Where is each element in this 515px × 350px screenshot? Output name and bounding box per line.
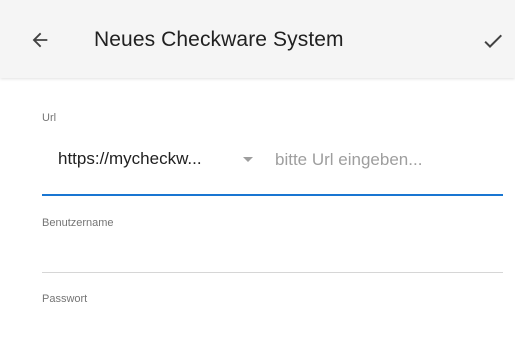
username-input[interactable] bbox=[42, 242, 503, 268]
arrow-left-icon bbox=[32, 32, 48, 48]
url-input[interactable] bbox=[275, 146, 501, 174]
new-system-form-page: Neues Checkware System Url https://myche… bbox=[0, 0, 515, 350]
page-title: Neues Checkware System bbox=[94, 28, 344, 51]
url-select[interactable]: https://mycheckw... bbox=[58, 149, 202, 169]
password-label: Passwort bbox=[42, 293, 88, 305]
back-button[interactable] bbox=[26, 26, 54, 54]
app-bar: Neues Checkware System bbox=[0, 0, 515, 78]
username-field-underline bbox=[42, 272, 503, 273]
url-field: https://mycheckw... bbox=[42, 146, 503, 176]
confirm-button[interactable] bbox=[480, 28, 506, 54]
dropdown-arrow-icon[interactable] bbox=[243, 157, 253, 162]
username-label: Benutzername bbox=[42, 217, 114, 229]
checkmark-icon bbox=[484, 34, 502, 48]
password-input[interactable] bbox=[42, 318, 503, 344]
url-label: Url bbox=[42, 112, 57, 124]
url-field-underline bbox=[42, 194, 503, 196]
